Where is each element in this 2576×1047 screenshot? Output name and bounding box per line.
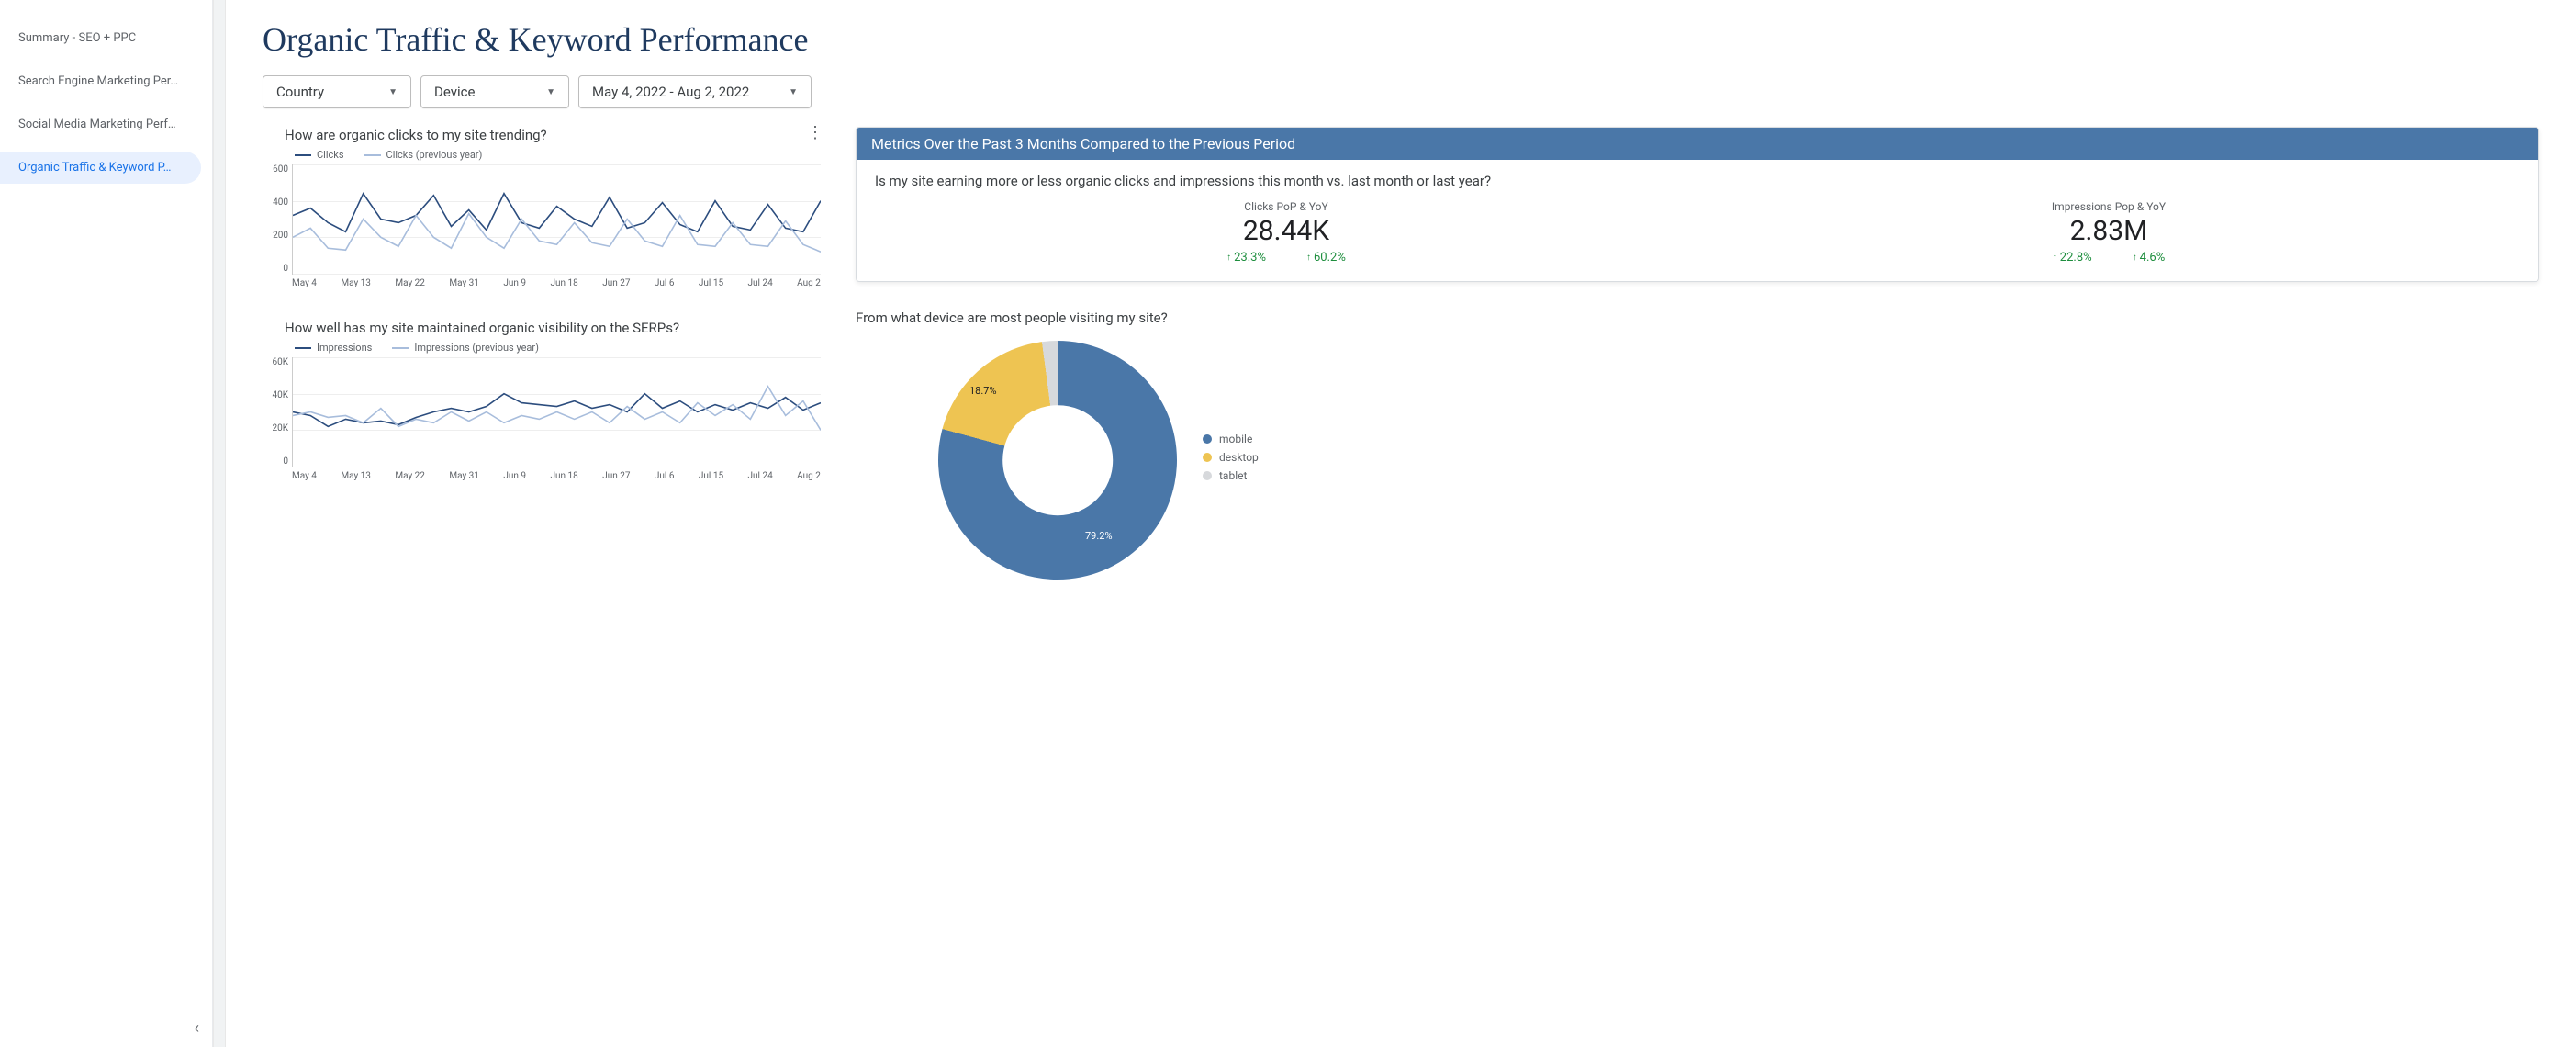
metric-impressions: Impressions Pop & YoY 2.83M ↑22.8% ↑4.6%: [1697, 200, 2520, 265]
metric-impressions-yoy: ↑4.6%: [2133, 251, 2166, 265]
legend-dot-icon: [1203, 434, 1212, 444]
metrics-card: Metrics Over the Past 3 Months Compared …: [856, 127, 2539, 282]
legend-swatch: [392, 347, 409, 349]
device-donut-chart[interactable]: 18.7%79.2%: [938, 341, 1177, 580]
date-range-label: May 4, 2022 - Aug 2, 2022: [592, 84, 749, 100]
sidebar-item-organic[interactable]: Organic Traffic & Keyword P…: [0, 152, 201, 184]
legend-label: Impressions: [317, 342, 372, 354]
page-title: Organic Traffic & Keyword Performance: [263, 20, 2539, 59]
clicks-chart-block: ⋮ How are organic clicks to my site tren…: [263, 127, 821, 288]
impressions-plot[interactable]: [292, 357, 821, 467]
date-range-dropdown[interactable]: May 4, 2022 - Aug 2, 2022 ▼: [578, 75, 812, 108]
up-arrow-icon: ↑: [1226, 253, 1231, 263]
device-chart-block: From what device are most people visitin…: [856, 310, 2539, 580]
country-dropdown-label: Country: [276, 84, 324, 100]
impressions-x-axis: May 4May 13May 22May 31Jun 9Jun 18Jun 27…: [263, 471, 821, 481]
metric-clicks-value: 28.44K: [875, 215, 1697, 247]
legend-label: desktop: [1219, 451, 1259, 464]
metric-clicks-label: Clicks PoP & YoY: [875, 200, 1697, 213]
device-dropdown-label: Device: [434, 84, 475, 100]
caret-down-icon: ▼: [789, 87, 798, 97]
metric-clicks-pop: ↑23.3%: [1226, 251, 1266, 265]
legend-label: tablet: [1219, 469, 1247, 482]
metric-clicks: Clicks PoP & YoY 28.44K ↑23.3% ↑60.2%: [875, 200, 1697, 265]
impressions-chart-title: How well has my site maintained organic …: [263, 320, 821, 336]
sidebar-item-summary[interactable]: Summary - SEO + PPC: [0, 22, 212, 54]
metric-impressions-pop: ↑22.8%: [2053, 251, 2092, 265]
legend-label: mobile: [1219, 433, 1252, 445]
vertical-divider: [213, 0, 226, 1047]
caret-down-icon: ▼: [546, 87, 555, 97]
metrics-card-header: Metrics Over the Past 3 Months Compared …: [857, 128, 2538, 160]
up-arrow-icon: ↑: [1306, 253, 1311, 263]
kebab-menu-icon[interactable]: ⋮: [807, 123, 823, 142]
clicks-chart-title: How are organic clicks to my site trendi…: [263, 127, 821, 143]
device-chart-title: From what device are most people visitin…: [856, 310, 2539, 326]
metric-impressions-label: Impressions Pop & YoY: [1697, 200, 2520, 213]
legend-label: Clicks (previous year): [386, 149, 483, 161]
main-content: Organic Traffic & Keyword Performance Co…: [226, 0, 2576, 1047]
legend-label: Impressions (previous year): [414, 342, 539, 354]
clicks-plot[interactable]: [292, 164, 821, 275]
sidebar-item-sem[interactable]: Search Engine Marketing Per…: [0, 65, 212, 97]
filter-row: Country ▼ Device ▼ May 4, 2022 - Aug 2, …: [263, 75, 2539, 108]
clicks-x-axis: May 4May 13May 22May 31Jun 9Jun 18Jun 27…: [263, 278, 821, 288]
impressions-chart-block: How well has my site maintained organic …: [263, 320, 821, 481]
up-arrow-icon: ↑: [2133, 253, 2137, 263]
country-dropdown[interactable]: Country ▼: [263, 75, 411, 108]
clicks-legend: Clicks Clicks (previous year): [263, 149, 821, 161]
metric-clicks-yoy: ↑60.2%: [1306, 251, 1346, 265]
sidebar-item-social[interactable]: Social Media Marketing Perf…: [0, 108, 212, 141]
legend-dot-icon: [1203, 471, 1212, 480]
impressions-legend: Impressions Impressions (previous year): [263, 342, 821, 354]
legend-swatch: [295, 347, 311, 349]
legend-label: Clicks: [317, 149, 344, 161]
legend-dot-icon: [1203, 453, 1212, 462]
sidebar-collapse-icon[interactable]: ‹: [195, 1019, 199, 1038]
metrics-question: Is my site earning more or less organic …: [875, 173, 2520, 189]
legend-swatch: [295, 154, 311, 156]
up-arrow-icon: ↑: [2053, 253, 2057, 263]
caret-down-icon: ▼: [388, 87, 398, 97]
sidebar: Summary - SEO + PPC Search Engine Market…: [0, 0, 213, 1047]
device-legend: mobile desktop tablet: [1203, 433, 1259, 488]
metric-impressions-value: 2.83M: [1697, 215, 2520, 247]
legend-swatch: [364, 154, 381, 156]
device-dropdown[interactable]: Device ▼: [420, 75, 569, 108]
clicks-y-axis: 6004002000: [263, 164, 292, 274]
impressions-y-axis: 60K40K20K0: [263, 357, 292, 467]
